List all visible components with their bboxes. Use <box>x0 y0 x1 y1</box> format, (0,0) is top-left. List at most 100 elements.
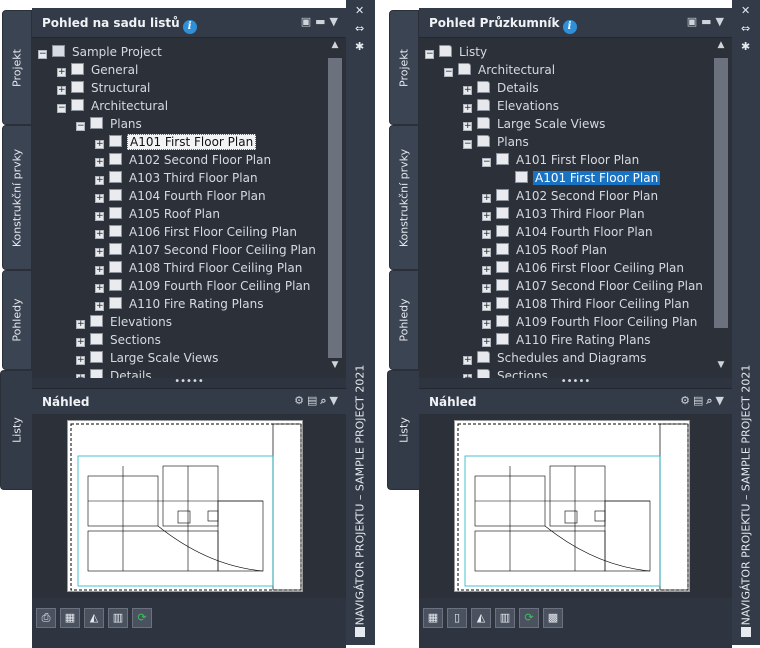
collapse-icon[interactable]: − <box>425 50 434 59</box>
menu-icon[interactable] <box>355 627 365 637</box>
collapse-icon[interactable]: − <box>38 50 47 59</box>
scroll-down-icon[interactable]: ▼ <box>714 360 728 374</box>
list-icon[interactable]: ▤ <box>693 394 703 407</box>
expand-icon[interactable]: + <box>463 356 472 365</box>
sheet-properties-icon[interactable]: ◭ <box>471 608 491 628</box>
tree-node[interactable]: + Elevations <box>463 97 561 115</box>
tree-node[interactable]: − Architectural <box>444 61 557 79</box>
tree-node[interactable]: + Schedules and Diagrams <box>463 349 648 367</box>
tree-node[interactable]: + A110 Fire Rating Plans <box>95 295 265 313</box>
expand-icon[interactable]: + <box>57 68 66 77</box>
scroll-up-icon[interactable]: ▲ <box>714 40 728 54</box>
tree-node[interactable]: + A109 Fourth Floor Ceiling Plan <box>482 313 699 331</box>
tree-node[interactable]: + A106 First Floor Ceiling Plan <box>95 223 299 241</box>
tree-node[interactable]: + Details <box>76 367 154 378</box>
menu-icon[interactable] <box>741 627 751 637</box>
collapse-icon[interactable]: − <box>482 158 491 167</box>
info-icon[interactable]: i <box>562 20 577 34</box>
tree-node[interactable]: − Plans <box>76 115 144 133</box>
tree-node[interactable]: + A110 Fire Rating Plans <box>482 331 652 349</box>
collapse-icon[interactable]: − <box>76 122 85 131</box>
tree-node[interactable]: + A105 Roof Plan <box>95 205 222 223</box>
tree-node[interactable]: + A108 Third Floor Ceiling Plan <box>482 295 691 313</box>
tree-node[interactable]: + A107 Second Floor Ceiling Plan <box>482 277 705 295</box>
tree-node[interactable]: + Large Scale Views <box>76 349 220 367</box>
expand-icon[interactable]: + <box>463 86 472 95</box>
expand-icon[interactable]: + <box>95 248 104 257</box>
preview-settings-icon[interactable]: ⚙ <box>680 394 690 407</box>
expand-icon[interactable]: + <box>76 320 85 329</box>
tree-node[interactable]: + A109 Fourth Floor Ceiling Plan <box>95 277 312 295</box>
expand-icon[interactable]: + <box>95 140 104 149</box>
chevron-down-icon[interactable]: ▼ <box>716 394 724 407</box>
expand-icon[interactable]: + <box>95 194 104 203</box>
close-icon[interactable]: ✕ <box>741 4 750 17</box>
tree-node[interactable]: + Structural <box>57 79 152 97</box>
scroll-thumb[interactable] <box>714 58 728 328</box>
tree-scrollbar[interactable]: ▲ ▼ <box>710 38 732 378</box>
new-sheet-icon[interactable]: ▦ <box>423 608 443 628</box>
chevron-down-icon[interactable]: ▼ <box>330 394 338 407</box>
expand-icon[interactable]: + <box>482 284 491 293</box>
tree-node[interactable]: + A103 Third Floor Plan <box>95 169 260 187</box>
splitter-grip[interactable]: ••••• <box>419 377 732 388</box>
tree-node[interactable]: + Large Scale Views <box>463 115 607 133</box>
import-icon[interactable]: ▯ <box>447 608 467 628</box>
expand-icon[interactable]: + <box>463 104 472 113</box>
table-icon[interactable]: ▥ <box>108 608 128 628</box>
autohide-icon[interactable]: ⇔ <box>355 22 364 35</box>
info-icon[interactable]: i <box>182 20 197 34</box>
tree-node[interactable]: − Architectural <box>57 97 170 115</box>
tree-node[interactable]: A101 First Floor Plan <box>501 169 661 187</box>
expand-icon[interactable]: + <box>482 320 491 329</box>
expand-icon[interactable]: + <box>482 212 491 221</box>
scroll-thumb[interactable] <box>328 58 342 358</box>
preview-settings-icon[interactable]: ⚙ <box>294 394 304 407</box>
close-icon[interactable]: ✕ <box>355 4 364 17</box>
properties-icon[interactable]: ✱ <box>355 40 364 53</box>
tree-node[interactable]: + A104 Fourth Floor Plan <box>482 223 655 241</box>
table-icon[interactable]: ▥ <box>495 608 515 628</box>
splitter-grip[interactable]: ••••• <box>32 377 346 388</box>
zoom-icon[interactable]: ⌕ <box>706 394 712 407</box>
folder-icon[interactable]: ▬ <box>701 15 711 28</box>
collapse-icon[interactable]: − <box>463 140 472 149</box>
tree-node[interactable]: + Elevations <box>76 313 174 331</box>
expand-icon[interactable]: + <box>482 266 491 275</box>
tab-projekt[interactable]: Projekt <box>2 10 32 125</box>
refresh-icon[interactable]: ⟳ <box>132 608 152 628</box>
expand-icon[interactable]: + <box>482 338 491 347</box>
tree-node[interactable]: + A101 First Floor Plan <box>95 133 257 151</box>
tree-node[interactable]: + A102 Second Floor Plan <box>482 187 660 205</box>
tree-node[interactable]: + A102 Second Floor Plan <box>95 151 273 169</box>
chevron-down-icon[interactable]: ▼ <box>716 15 724 28</box>
tab-listy[interactable]: Listy <box>387 370 419 490</box>
expand-icon[interactable]: + <box>95 158 104 167</box>
tree-node[interactable]: + A105 Roof Plan <box>482 241 609 259</box>
tab-konstrukcni-prvky[interactable]: Konstrukční prvky <box>2 125 32 270</box>
tree-node[interactable]: − Plans <box>463 133 531 151</box>
expand-icon[interactable]: + <box>482 248 491 257</box>
collapse-icon[interactable]: − <box>444 68 453 77</box>
collapse-icon[interactable]: − <box>57 104 66 113</box>
list-icon[interactable]: ▤ <box>307 394 317 407</box>
expand-icon[interactable]: + <box>57 86 66 95</box>
refresh-icon[interactable]: ⟳ <box>519 608 539 628</box>
expand-icon[interactable]: + <box>463 122 472 131</box>
tab-pohledy[interactable]: Pohledy <box>389 270 419 370</box>
tree-node[interactable]: + Details <box>463 79 541 97</box>
tree-node[interactable]: + Sections <box>76 331 163 349</box>
expand-icon[interactable]: + <box>95 176 104 185</box>
grid-icon[interactable]: ▩ <box>543 608 563 628</box>
tab-projekt[interactable]: Projekt <box>389 10 419 125</box>
tree-node[interactable]: + A103 Third Floor Plan <box>482 205 647 223</box>
sheet-view-icon[interactable]: ▣ <box>301 15 311 28</box>
chevron-down-icon[interactable]: ▼ <box>330 15 338 28</box>
tree-node[interactable]: + General <box>57 61 140 79</box>
expand-icon[interactable]: + <box>95 230 104 239</box>
tree-node[interactable]: + A106 First Floor Ceiling Plan <box>482 259 686 277</box>
folder-icon[interactable]: ▬ <box>315 15 325 28</box>
expand-icon[interactable]: + <box>482 194 491 203</box>
tree-scrollbar[interactable]: ▲ ▼ <box>324 38 346 378</box>
zoom-icon[interactable]: ⌕ <box>320 394 326 407</box>
